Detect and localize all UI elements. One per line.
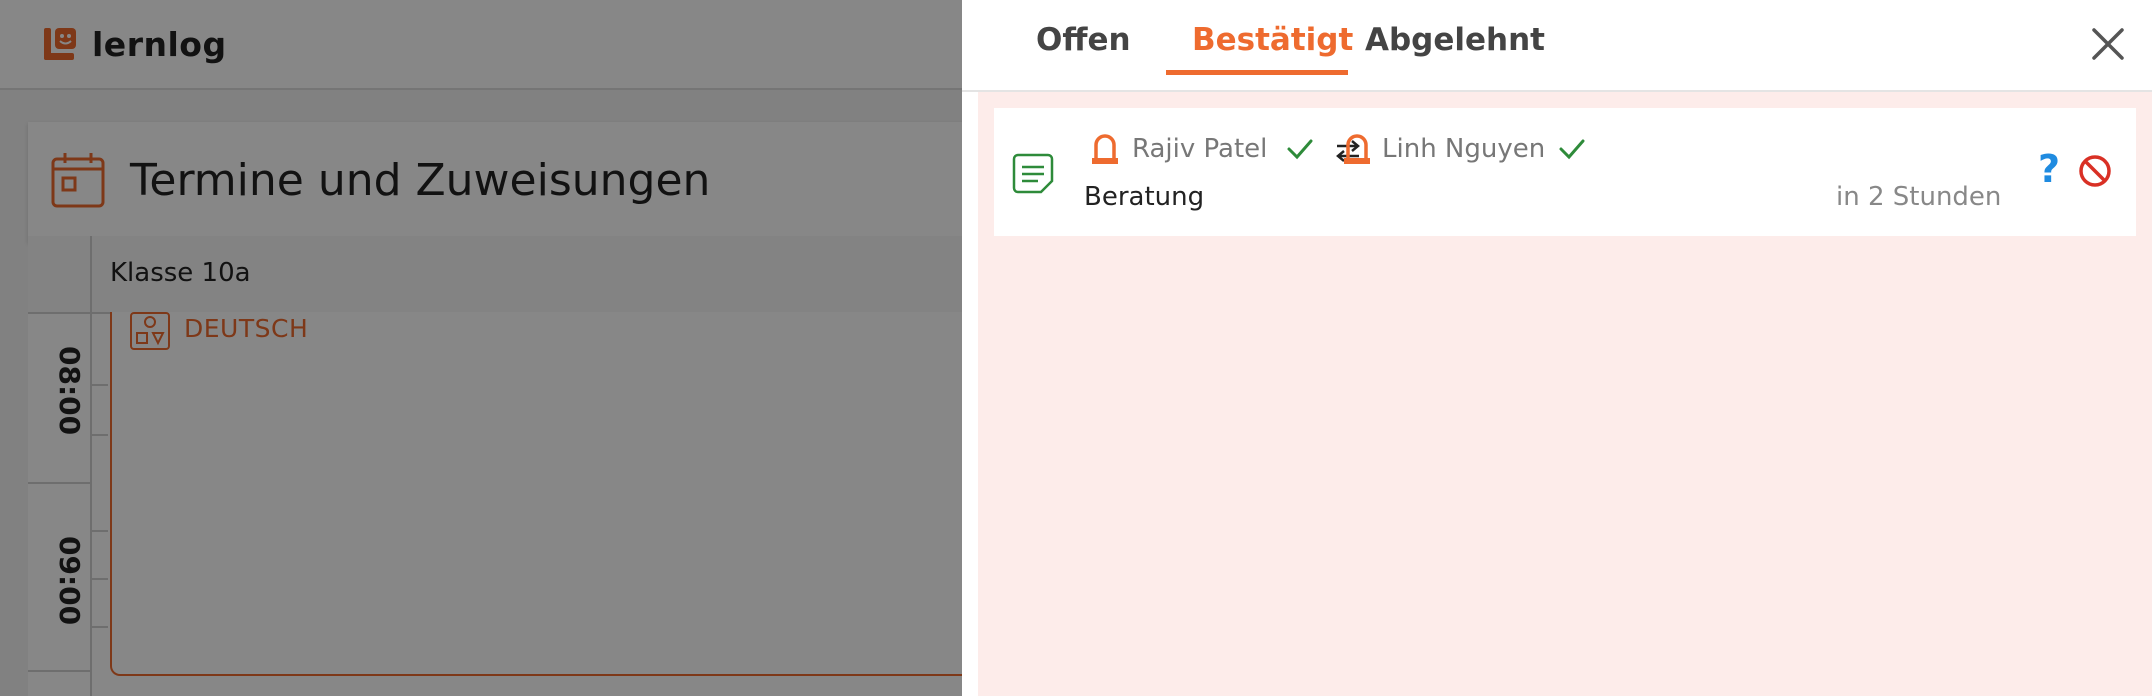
tab-abgelehnt[interactable]: Abgelehnt — [1365, 22, 1545, 58]
close-icon[interactable] — [2088, 24, 2128, 64]
appointment-list: Rajiv Patel Linh Nguyen Beratung in 2 St… — [978, 92, 2152, 696]
tab-bestaetigt[interactable]: Bestätigt — [1192, 22, 1353, 58]
person-icon — [1344, 134, 1370, 164]
appointments-panel: Offen Bestätigt Abgelehnt Rajiv Patel Li… — [962, 0, 2152, 696]
question-icon[interactable]: ? — [2034, 146, 2064, 192]
note-icon — [1012, 153, 1054, 194]
sender-name: Rajiv Patel — [1132, 134, 1268, 164]
modal-backdrop[interactable] — [0, 0, 962, 696]
check-icon — [1559, 139, 1585, 160]
list-item[interactable]: Rajiv Patel Linh Nguyen Beratung in 2 St… — [994, 108, 2136, 236]
check-icon — [1287, 139, 1313, 160]
recipient-name: Linh Nguyen — [1382, 134, 1546, 164]
active-tab-indicator — [1166, 70, 1348, 75]
prohibit-icon[interactable] — [2078, 154, 2112, 188]
tab-offen[interactable]: Offen — [1036, 22, 1131, 58]
appointment-time: in 2 Stunden — [1836, 182, 2002, 212]
person-icon — [1092, 134, 1118, 164]
appointment-title: Beratung — [1084, 182, 1205, 212]
status-tabs: Offen Bestätigt Abgelehnt — [962, 0, 2152, 92]
